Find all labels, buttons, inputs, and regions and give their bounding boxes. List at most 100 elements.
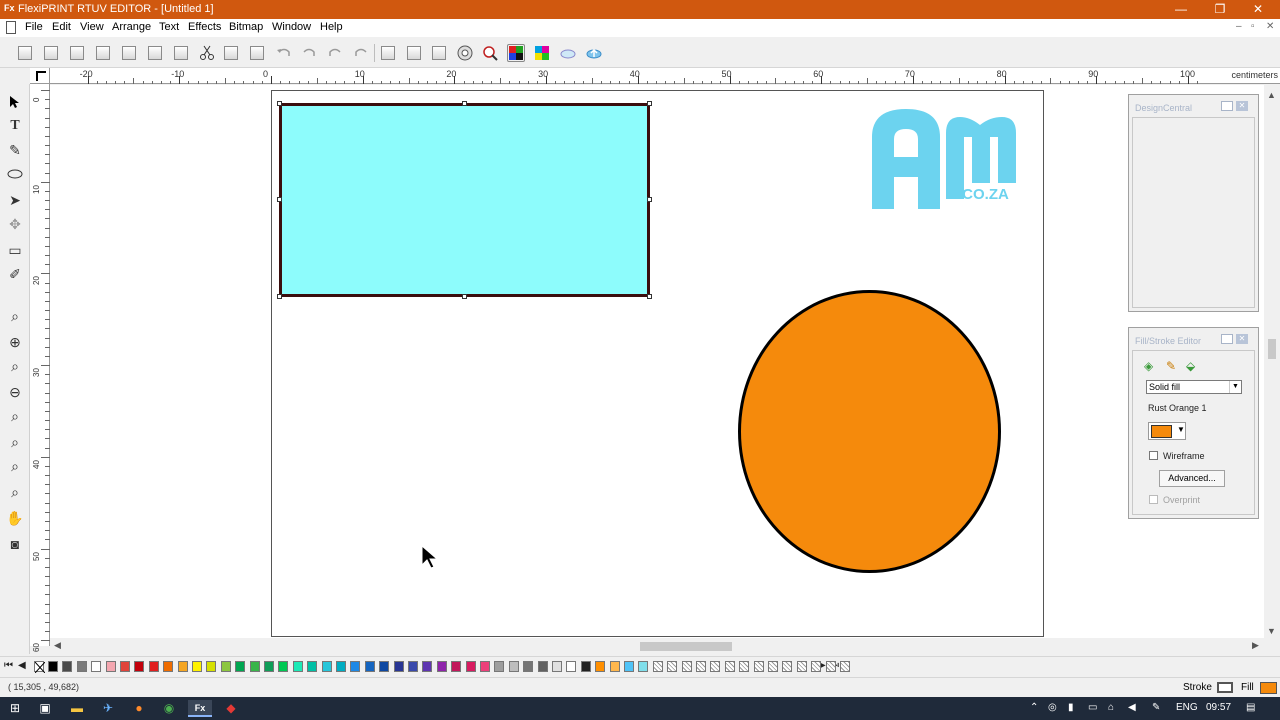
palette-pattern-swatch[interactable] <box>739 661 750 672</box>
print-setup-icon[interactable] <box>120 44 138 62</box>
mdi-close-button[interactable]: ✕ <box>1266 21 1274 32</box>
fill-style-icon[interactable]: ⬙ <box>1186 359 1195 373</box>
tray-network-icon[interactable]: ⌂ <box>1108 702 1114 713</box>
tray-chevron-icon[interactable]: ⌃ <box>1030 702 1038 713</box>
open-icon[interactable] <box>42 44 60 62</box>
mdi-minimize-button[interactable]: – <box>1236 21 1242 32</box>
palette-swatch[interactable] <box>580 661 591 672</box>
palette-swatch[interactable] <box>422 661 433 672</box>
fill-bucket-icon[interactable]: ◈ <box>1144 359 1153 373</box>
palette-pattern-swatch[interactable] <box>696 661 706 672</box>
tray-pen-icon[interactable]: ✎ <box>1152 702 1160 713</box>
palette-prev-icon[interactable]: ◀ <box>18 660 26 671</box>
horizontal-scroll-thumb[interactable] <box>640 642 732 651</box>
zoom-actual-icon[interactable]: ⌕ <box>4 482 26 502</box>
clock[interactable]: 09:57 <box>1206 702 1231 713</box>
selection-handle[interactable] <box>647 294 652 299</box>
palette-pattern-swatch[interactable] <box>825 661 836 672</box>
horizontal-scrollbar[interactable]: ◀ ▶ <box>50 638 1264 654</box>
selection-handle[interactable] <box>462 101 467 106</box>
palette-swatch[interactable] <box>177 661 188 672</box>
scroll-right-icon[interactable]: ▶ <box>1252 640 1259 651</box>
palette-swatch[interactable] <box>62 661 73 672</box>
palette-swatch[interactable] <box>206 661 217 672</box>
save-as-icon[interactable] <box>94 44 112 62</box>
palette-swatch[interactable] <box>393 661 404 672</box>
selection-handle[interactable] <box>277 101 282 106</box>
zoom-selection-icon[interactable]: ⌕ <box>4 456 26 476</box>
zoom-fit-icon[interactable]: ⌕ <box>4 356 26 376</box>
palette-swatch[interactable] <box>163 661 174 672</box>
zoom-page-icon[interactable]: ⌕ <box>4 406 26 426</box>
no-color-swatch[interactable] <box>34 661 46 674</box>
fill-color-picker[interactable]: ▼ <box>1148 422 1186 440</box>
menu-file[interactable]: File <box>25 21 43 33</box>
ungroup-icon[interactable] <box>405 44 423 62</box>
vertical-ruler[interactable]: 0 10 20 30 40 50 60 <box>30 84 50 652</box>
zoom-out-icon[interactable]: ⊖ <box>4 382 26 402</box>
selection-handle[interactable] <box>277 197 282 202</box>
plot-icon[interactable] <box>172 44 190 62</box>
palette-swatch[interactable] <box>436 661 447 672</box>
cyan-rectangle[interactable] <box>279 103 650 297</box>
pan-hand-icon[interactable]: ✋ <box>4 508 26 528</box>
arrange-icon[interactable] <box>430 44 448 62</box>
zoom-lens-icon[interactable]: ⌕ <box>4 306 26 326</box>
docker-close-button[interactable]: ✕ <box>1236 334 1248 344</box>
menu-window[interactable]: Window <box>272 21 311 33</box>
palette-pattern-swatch[interactable] <box>768 661 778 672</box>
palette-pattern-swatch[interactable] <box>782 661 793 672</box>
palette-swatch[interactable] <box>76 661 87 672</box>
selection-handle[interactable] <box>647 101 652 106</box>
palette-swatch[interactable] <box>91 661 102 672</box>
palette-swatch[interactable] <box>105 661 116 672</box>
palette-swatch[interactable] <box>48 661 58 672</box>
palette-swatch[interactable] <box>235 661 246 672</box>
palette-swatch[interactable] <box>120 661 130 672</box>
palette-first-icon[interactable]: ⏮ <box>4 660 13 671</box>
palette-swatch[interactable] <box>480 661 490 672</box>
mdi-restore-button[interactable]: ▫ <box>1251 21 1255 32</box>
tray-battery-icon[interactable]: ▭ <box>1088 702 1097 713</box>
palette-swatch[interactable] <box>595 661 606 672</box>
palette-swatch[interactable] <box>638 661 649 672</box>
menu-bitmap[interactable]: Bitmap <box>229 21 263 33</box>
palette-swatch[interactable] <box>264 661 274 672</box>
grey-tool-icon[interactable]: ✥ <box>4 214 26 234</box>
palette-swatch[interactable] <box>494 661 505 672</box>
vertical-scroll-thumb[interactable] <box>1268 339 1276 359</box>
color-palette-icon[interactable] <box>533 44 551 62</box>
zoom-all-icon[interactable]: ⌕ <box>4 432 26 452</box>
shape-edit-icon[interactable]: ✎ <box>4 140 26 160</box>
copy-icon[interactable] <box>222 44 240 62</box>
paste-icon[interactable] <box>248 44 266 62</box>
palette-swatch[interactable] <box>465 661 476 672</box>
horizontal-ruler[interactable]: centimeters -20 -10 0 10 20 30 40 50 60 70 80 90 100 <box>50 68 1280 84</box>
document-icon[interactable] <box>6 21 16 34</box>
palette-swatch[interactable] <box>552 661 562 672</box>
chrome-icon[interactable]: ◉ <box>158 700 180 717</box>
redo2-icon[interactable] <box>352 44 370 62</box>
am-logo[interactable]: .CO.ZA <box>870 107 1020 211</box>
palette-swatch[interactable] <box>350 661 361 672</box>
stroke-indicator[interactable] <box>1217 682 1233 693</box>
palette-pattern-swatch[interactable] <box>681 661 692 672</box>
tray-volume-icon[interactable]: ◀ <box>1128 702 1136 713</box>
windows-start-icon[interactable]: ⊞ <box>4 700 26 717</box>
tray-sync-icon[interactable]: ◎ <box>1048 702 1057 713</box>
palette-pattern-swatch[interactable] <box>796 661 807 672</box>
minimize-button[interactable]: — <box>1161 0 1201 19</box>
cloud-icon[interactable] <box>559 44 577 62</box>
palette-pattern-swatch[interactable] <box>667 661 678 672</box>
ellipse-tool-icon[interactable] <box>4 164 26 184</box>
palette-swatch[interactable] <box>451 661 462 672</box>
selection-handle[interactable] <box>277 294 282 299</box>
color-bars-icon[interactable] <box>507 44 525 62</box>
fill-indicator[interactable] <box>1260 682 1277 694</box>
palette-swatch[interactable] <box>220 661 231 672</box>
redo-icon[interactable] <box>326 44 344 62</box>
ruler-tool-icon[interactable]: ▭ <box>4 240 26 260</box>
palette-swatch[interactable] <box>508 661 519 672</box>
palette-pattern-swatch[interactable] <box>724 661 735 672</box>
fill-tool-icon[interactable]: ◙ <box>4 534 26 554</box>
